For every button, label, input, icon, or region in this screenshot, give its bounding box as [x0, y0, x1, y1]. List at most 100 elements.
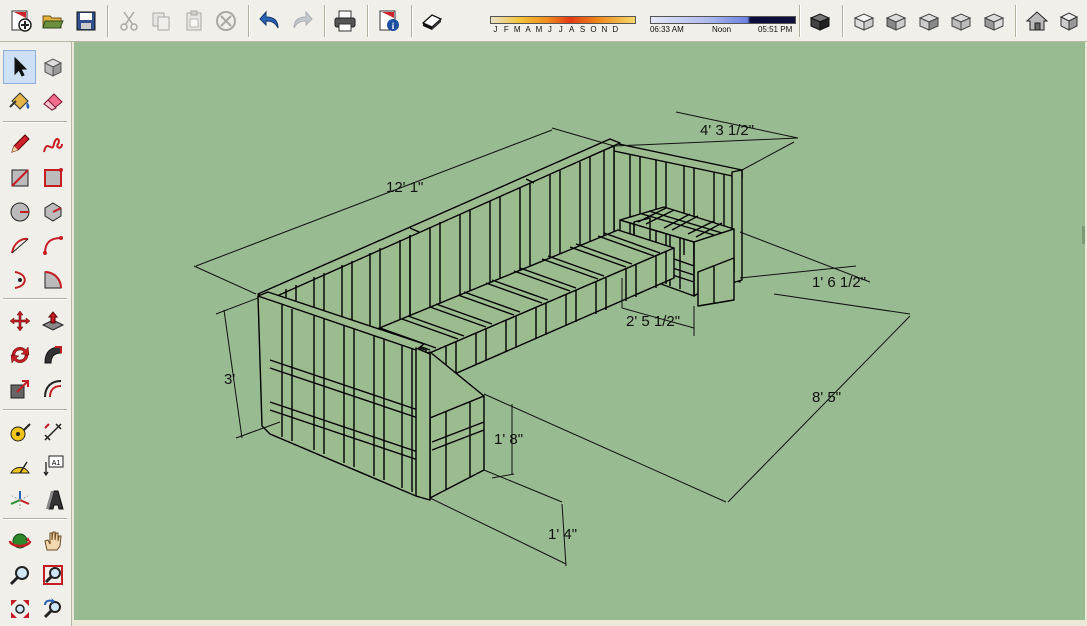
- two-point-arc-icon[interactable]: [36, 229, 69, 263]
- drawing-area[interactable]: 12' 1" 4' 3 1/2" 3' 1' 6 1/2" 2' 5 1/2" …: [74, 42, 1085, 620]
- right-view-icon[interactable]: [914, 6, 943, 36]
- toolbar-separator: [410, 4, 412, 37]
- push-pull-icon[interactable]: [36, 304, 69, 338]
- undo-icon[interactable]: [255, 6, 284, 36]
- eraser-icon[interactable]: [36, 84, 69, 118]
- 3d-text-icon[interactable]: [36, 483, 69, 517]
- month-label: J: [493, 24, 498, 34]
- tape-measure-icon[interactable]: [3, 415, 36, 449]
- pencil-icon[interactable]: [3, 127, 36, 161]
- toolbar-separator: [798, 4, 800, 37]
- front-view-icon[interactable]: [882, 6, 911, 36]
- month-label: S: [579, 24, 586, 34]
- iso-view-icon[interactable]: [806, 6, 835, 36]
- orbit-icon[interactable]: [3, 524, 36, 558]
- zoom-icon[interactable]: [3, 558, 36, 592]
- copy-icon[interactable]: [147, 6, 176, 36]
- time-end-label: 05:51 PM: [757, 24, 793, 34]
- status-area: [74, 620, 1087, 626]
- toolbar-separator: [842, 4, 844, 37]
- dim-height: 3': [224, 371, 235, 388]
- month-label: N: [601, 24, 608, 34]
- open-icon[interactable]: [38, 6, 67, 36]
- dim-right-depth: 4' 3 1/2": [700, 122, 754, 139]
- viewport-edge-marker: [1082, 226, 1085, 244]
- time-noon-label: Noon: [711, 24, 732, 34]
- text-tool-label: A1: [51, 460, 60, 467]
- sofa-frame-model: 12' 1" 4' 3 1/2" 3' 1' 6 1/2" 2' 5 1/2" …: [193, 111, 911, 567]
- dim-inner-width: 2' 5 1/2": [626, 313, 680, 330]
- shadow-settings: J F M A M J J A S O N D 06:33 AM Noon 05…: [452, 4, 796, 38]
- save-icon[interactable]: [71, 6, 100, 36]
- top-view-icon[interactable]: [849, 6, 878, 36]
- zoom-extents-icon[interactable]: [3, 592, 36, 626]
- rotated-rectangle-icon[interactable]: [36, 161, 69, 195]
- tool-group-draw: [3, 127, 69, 297]
- axes-icon[interactable]: [3, 483, 36, 517]
- month-labels: J F M A M J J A S O N D: [490, 25, 621, 34]
- paint-bucket-icon[interactable]: [3, 84, 36, 118]
- warehouse-icon[interactable]: [1022, 6, 1051, 36]
- time-slider[interactable]: [649, 15, 796, 24]
- scale-icon[interactable]: [3, 372, 36, 406]
- three-point-arc-icon[interactable]: [3, 263, 36, 297]
- month-label: F: [503, 24, 509, 34]
- follow-me-icon[interactable]: [36, 338, 69, 372]
- text-icon[interactable]: A1: [36, 449, 69, 483]
- month-label: J: [547, 24, 552, 34]
- zoom-window-icon[interactable]: [36, 558, 69, 592]
- tool-group-camera: [3, 524, 69, 626]
- toolbar-separator: [1015, 4, 1017, 37]
- paste-icon[interactable]: [179, 6, 208, 36]
- rectangle-icon[interactable]: [3, 161, 36, 195]
- tool-group-edit: [3, 304, 69, 406]
- components-icon[interactable]: [1055, 6, 1084, 36]
- dim-base-height: 1' 4": [548, 526, 577, 543]
- month-label: O: [590, 24, 597, 34]
- dim-side-seat-depth: 1' 6 1/2": [812, 274, 866, 291]
- month-label: A: [525, 24, 531, 34]
- month-label: A: [568, 24, 575, 34]
- model-info-icon[interactable]: i: [374, 6, 403, 36]
- month-label: J: [558, 24, 563, 34]
- pie-icon[interactable]: [36, 263, 69, 297]
- tool-group-construct: A1: [3, 415, 69, 517]
- redo-icon[interactable]: [287, 6, 316, 36]
- palette-separator: [3, 518, 67, 520]
- move-icon[interactable]: [3, 304, 36, 338]
- back-view-icon[interactable]: [946, 6, 975, 36]
- component-icon[interactable]: [36, 50, 69, 84]
- protractor-icon[interactable]: [3, 449, 36, 483]
- tool-palette: A1: [0, 42, 72, 626]
- print-icon[interactable]: [331, 6, 360, 36]
- dimension-icon[interactable]: [36, 415, 69, 449]
- tool-group-select: [3, 50, 69, 118]
- time-start-label: 06:33 AM: [649, 24, 684, 34]
- freehand-icon[interactable]: [36, 127, 69, 161]
- offset-icon[interactable]: [36, 372, 69, 406]
- circle-icon[interactable]: [3, 195, 36, 229]
- pan-icon[interactable]: [36, 524, 69, 558]
- month-label: M: [535, 24, 543, 34]
- dim-back-length: 12' 1": [386, 179, 423, 196]
- select-icon[interactable]: [3, 50, 36, 84]
- polygon-icon[interactable]: [36, 195, 69, 229]
- new-icon[interactable]: [6, 6, 35, 36]
- previous-view-icon[interactable]: [36, 592, 69, 626]
- cut-icon[interactable]: [114, 6, 143, 36]
- arc-icon[interactable]: [3, 229, 36, 263]
- sketchup-window: i J F M A M J J A S O N D 06:33 AM Noon …: [0, 0, 1087, 626]
- erase-icon[interactable]: [212, 6, 241, 36]
- dim-right-length: 8' 5": [812, 389, 841, 406]
- toolbar-separator: [247, 4, 249, 37]
- toolbar-separator: [323, 4, 325, 37]
- shadow-toggle-icon[interactable]: [418, 6, 447, 36]
- main-toolbar: i J F M A M J J A S O N D 06:33 AM Noon …: [0, 0, 1087, 42]
- palette-separator: [3, 121, 67, 123]
- toolbar-separator: [367, 4, 369, 37]
- left-view-icon[interactable]: [979, 6, 1008, 36]
- dim-seat-height: 1' 8": [494, 431, 523, 448]
- palette-separator: [3, 409, 67, 411]
- rotate-icon[interactable]: [3, 338, 36, 372]
- date-slider[interactable]: [489, 15, 636, 24]
